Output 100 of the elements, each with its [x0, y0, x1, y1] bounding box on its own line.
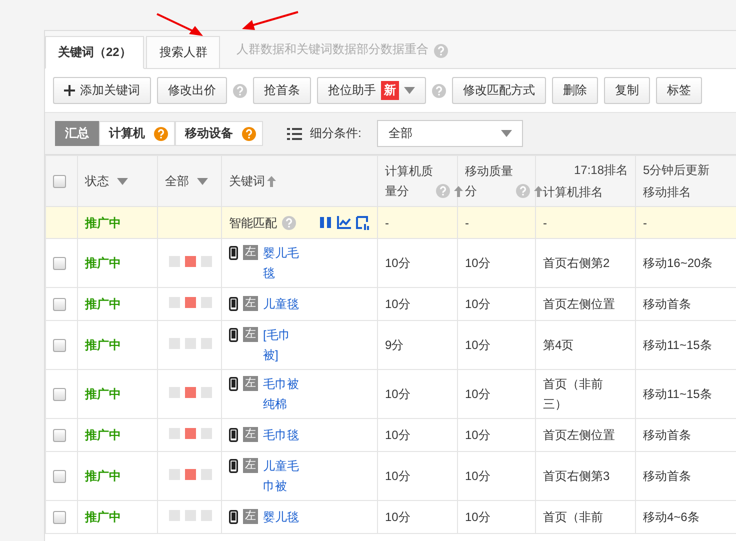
table-cell: -: [458, 206, 536, 238]
keyword-link[interactable]: 婴儿毛毯: [263, 243, 302, 283]
table-cell: -: [378, 206, 458, 238]
line-chart-icon[interactable]: [337, 216, 351, 228]
status-text: 推广中: [85, 297, 121, 311]
row-checkbox[interactable]: [53, 298, 66, 312]
table-cell: 10分: [458, 500, 536, 534]
position-tag: 左: [243, 509, 258, 524]
filter-dropdown[interactable]: 全部: [377, 120, 524, 147]
arrow-drawing: [155, 12, 205, 38]
phone-icon: [229, 377, 238, 391]
table-cell-text: 首页右侧第3: [543, 468, 611, 485]
status-text: 推广中: [85, 256, 121, 270]
column-header[interactable]: 全部: [165, 174, 189, 188]
tab[interactable]: 关键词（22）: [45, 36, 144, 69]
help-icon[interactable]: [242, 126, 256, 140]
sort-arrow-icon: [267, 176, 276, 188]
position-tag: 左: [243, 427, 258, 442]
table-cell: -: [636, 206, 736, 238]
help-icon[interactable]: [282, 216, 296, 230]
filter-label: 细分条件:: [310, 125, 362, 142]
column-header: 移动排名: [643, 185, 691, 199]
table-cell-text: 首页左侧位置: [543, 296, 616, 313]
table-cell: 10分: [458, 452, 536, 500]
device-tab[interactable]: 计算机: [99, 121, 155, 146]
keyword-link[interactable]: 毛巾被纯棉: [263, 374, 302, 414]
add-keyword-button[interactable]: 添加关键词: [53, 77, 151, 104]
help-icon[interactable]: [434, 44, 448, 58]
caret-icon: [501, 130, 512, 137]
device-tab[interactable]: 移动设备: [175, 121, 243, 146]
row-checkbox[interactable]: [53, 470, 66, 484]
table-cell-text: 第4页: [543, 337, 575, 354]
table-cell: 10分: [378, 418, 458, 452]
table-cell: 10分: [378, 370, 458, 418]
device-tab[interactable]: 汇总: [55, 121, 99, 146]
keyword-link[interactable]: [毛巾被]: [263, 325, 302, 365]
status-text: 推广中: [85, 216, 121, 230]
column-header[interactable]: 状态: [85, 174, 109, 188]
phone-icon: [229, 328, 238, 342]
tab[interactable]: 搜索人群: [146, 36, 220, 68]
plus-icon: [64, 85, 75, 96]
select-all-checkbox[interactable]: [53, 175, 66, 188]
table-cell: 10分: [458, 418, 536, 452]
sort-arrow-icon: [454, 186, 464, 196]
toolbar-button[interactable]: 复制: [604, 77, 650, 104]
update-note: 5分钟后更新: [643, 163, 710, 177]
column-header[interactable]: 关键词: [229, 174, 265, 188]
phone-icon: [229, 510, 238, 524]
position-tag: 左: [243, 458, 258, 473]
position-tag: 左: [243, 376, 258, 391]
phone-icon: [229, 459, 238, 473]
dropdown-button[interactable]: 抢位助手 新: [317, 77, 426, 104]
keyword-link[interactable]: 毛巾毯: [263, 425, 302, 445]
position-tag: 左: [243, 296, 258, 311]
toolbar-button[interactable]: 修改匹配方式: [452, 77, 546, 104]
keyword-link[interactable]: 儿童毯: [263, 294, 302, 314]
row-checkbox[interactable]: [53, 511, 66, 524]
report-icon[interactable]: [356, 216, 370, 230]
toolbar-button[interactable]: 抢首条: [253, 77, 311, 104]
table-cell: 10分: [378, 288, 458, 320]
help-icon[interactable]: [436, 184, 450, 198]
help-icon[interactable]: [233, 84, 247, 98]
pause-icon[interactable]: [319, 216, 332, 228]
phone-icon: [229, 246, 238, 260]
table-cell: 10分: [378, 452, 458, 500]
table-cell: 10分: [458, 238, 536, 288]
keyword-link[interactable]: 儿童毛巾被: [263, 456, 302, 496]
list-icon: [287, 128, 302, 140]
row-checkbox[interactable]: [53, 429, 66, 442]
status-text: 推广中: [85, 338, 121, 352]
toolbar-button[interactable]: 修改出价: [157, 77, 227, 104]
caret-icon: [404, 87, 415, 94]
rank-time: 17:18排名: [574, 163, 628, 177]
position-tag: 左: [243, 245, 258, 260]
keyword-link[interactable]: 婴儿毯: [263, 507, 302, 527]
table-cell-text: 首页（非前: [543, 509, 604, 526]
help-icon[interactable]: [432, 84, 446, 98]
toolbar-button[interactable]: 标签: [656, 77, 702, 104]
tab-hint: 人群数据和关键词数据部分数据重合: [236, 41, 428, 58]
table-cell-text: 首页（非前三）: [543, 376, 604, 413]
row-checkbox[interactable]: [53, 388, 66, 402]
table-cell: 10分: [458, 370, 536, 418]
table-cell: 9分: [378, 320, 458, 370]
table-cell: 10分: [378, 500, 458, 534]
table-cell-text: 首页右侧第2: [543, 255, 611, 272]
table-cell: 10分: [378, 238, 458, 288]
table-cell-text: 首页左侧位置: [543, 427, 616, 444]
help-icon[interactable]: [516, 184, 530, 198]
status-text: 推广中: [85, 510, 121, 524]
row-checkbox[interactable]: [53, 257, 66, 270]
status-text: 推广中: [85, 428, 121, 442]
help-icon[interactable]: [154, 126, 168, 140]
keyword-text: 智能匹配: [229, 214, 277, 232]
toolbar-button[interactable]: 删除: [552, 77, 598, 104]
arrow-drawing: [240, 10, 300, 32]
table-cell: -: [536, 206, 636, 238]
sort-arrow-icon: [534, 186, 544, 196]
row-checkbox[interactable]: [53, 339, 66, 352]
caret-icon: [117, 178, 128, 185]
column-header: 计算机排名: [543, 185, 603, 199]
